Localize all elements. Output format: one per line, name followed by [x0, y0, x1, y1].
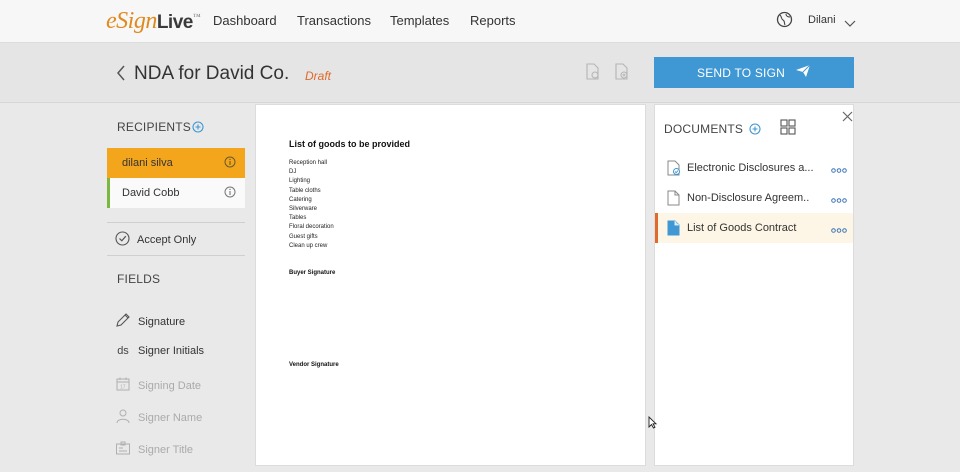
- field-signature[interactable]: Signature: [115, 312, 185, 331]
- field-label: Signer Title: [138, 443, 194, 456]
- document-settings-icon[interactable]: [585, 63, 601, 86]
- goods-list: Reception hall DJ Lighting Table cloths …: [289, 159, 334, 251]
- list-item: Table cloths: [289, 187, 321, 194]
- status-badge: Draft: [305, 69, 332, 83]
- vendor-signature-label: Vendor Signature: [289, 362, 339, 368]
- person-icon: [115, 408, 131, 427]
- fields-title: FIELDS: [117, 272, 161, 286]
- list-item: Silverware: [289, 206, 318, 213]
- field-signing-date[interactable]: 17 Signing Date: [115, 376, 201, 395]
- recipients-title: RECIPIENTS: [117, 120, 192, 134]
- paper-plane-icon: [795, 64, 811, 81]
- list-item: Reception hall: [289, 160, 328, 166]
- document-item[interactable]: Electronic Disclosures a...: [655, 153, 853, 183]
- mouse-cursor-icon: [648, 415, 658, 434]
- document-add-icon[interactable]: [614, 63, 630, 86]
- accept-only-option[interactable]: Accept Only: [115, 231, 196, 249]
- globe-icon[interactable]: [776, 11, 793, 33]
- accept-only-label: Accept Only: [137, 234, 197, 246]
- list-item: Catering: [289, 196, 312, 203]
- document-name: Electronic Disclosures a...: [687, 162, 814, 174]
- field-label: Signature: [138, 315, 186, 328]
- document-icon: [667, 190, 681, 209]
- document-item[interactable]: Non-Disclosure Agreem..: [655, 183, 853, 213]
- nav-transactions[interactable]: Transactions: [297, 13, 371, 28]
- list-item: Clean up crew: [289, 242, 328, 249]
- document-page[interactable]: List of goods to be provided Reception h…: [255, 104, 646, 466]
- send-label: SEND TO SIGN: [697, 65, 785, 80]
- send-to-sign-button[interactable]: SEND TO SIGN: [654, 57, 854, 88]
- pen-icon: [115, 312, 131, 331]
- field-signer-initials[interactable]: ds Signer Initials: [115, 345, 204, 357]
- list-item: Floral decoration: [289, 224, 334, 231]
- field-label: Signer Initials: [138, 345, 205, 357]
- nav-dashboard[interactable]: Dashboard: [213, 13, 277, 28]
- check-circle-icon: [115, 231, 130, 249]
- transaction-header: NDA for David Co. Draft SEND TO SIGN: [0, 43, 960, 103]
- divider: [107, 222, 245, 223]
- user-name[interactable]: Dilani: [808, 14, 836, 26]
- field-label: Signing Date: [138, 379, 201, 392]
- field-signer-name[interactable]: Signer Name: [115, 408, 202, 427]
- document-item-active[interactable]: List of Goods Contract: [655, 213, 853, 243]
- divider: [107, 255, 245, 256]
- recipient-item[interactable]: David Cobb: [107, 178, 245, 208]
- list-item: Guest gifts: [289, 233, 318, 240]
- recipient-name: David Cobb: [122, 187, 180, 199]
- nav-templates[interactable]: Templates: [390, 13, 449, 28]
- nav-reports[interactable]: Reports: [470, 13, 516, 28]
- page-title: NDA for David Co.: [134, 63, 290, 84]
- add-document-icon[interactable]: [749, 122, 761, 140]
- documents-title: DOCUMENTS: [664, 122, 744, 136]
- close-icon[interactable]: [842, 109, 853, 127]
- field-label: Signer Name: [138, 411, 203, 424]
- document-check-icon: [667, 160, 681, 179]
- calendar-icon: 17: [115, 376, 131, 395]
- id-card-icon: [115, 440, 131, 459]
- recipient-name: dilani silva: [122, 157, 173, 169]
- more-options-icon[interactable]: [831, 224, 847, 236]
- document-heading: List of goods to be provided: [289, 139, 410, 149]
- initials-abbr: ds: [117, 345, 129, 357]
- back-chevron-icon[interactable]: [116, 65, 126, 86]
- left-panel: RECIPIENTS dilani silva David Cobb Accep…: [107, 104, 245, 472]
- grid-view-icon[interactable]: [780, 119, 796, 140]
- more-options-icon[interactable]: [831, 164, 847, 176]
- documents-panel: DOCUMENTS Electronic Disclosures a... No…: [654, 104, 854, 466]
- buyer-signature-label: Buyer Signature: [289, 270, 336, 276]
- svg-text:17: 17: [120, 385, 126, 391]
- esignlive-logo[interactable]: eSignLive™: [106, 8, 201, 35]
- recipient-item[interactable]: dilani silva: [107, 148, 245, 178]
- list-item: Tables: [289, 215, 307, 222]
- more-options-icon[interactable]: [831, 194, 847, 206]
- info-icon[interactable]: [224, 186, 236, 201]
- info-icon[interactable]: [224, 156, 236, 171]
- add-recipient-icon[interactable]: [192, 120, 204, 138]
- document-filled-icon: [667, 220, 681, 239]
- document-name: List of Goods Contract: [687, 222, 797, 234]
- list-item: Lighting: [289, 178, 311, 185]
- document-name: Non-Disclosure Agreem..: [687, 192, 810, 204]
- field-signer-title[interactable]: Signer Title: [115, 440, 193, 459]
- top-navigation: eSignLive™ Dashboard Transactions Templa…: [0, 0, 960, 43]
- chevron-down-icon[interactable]: [844, 15, 856, 33]
- list-item: DJ: [289, 169, 297, 176]
